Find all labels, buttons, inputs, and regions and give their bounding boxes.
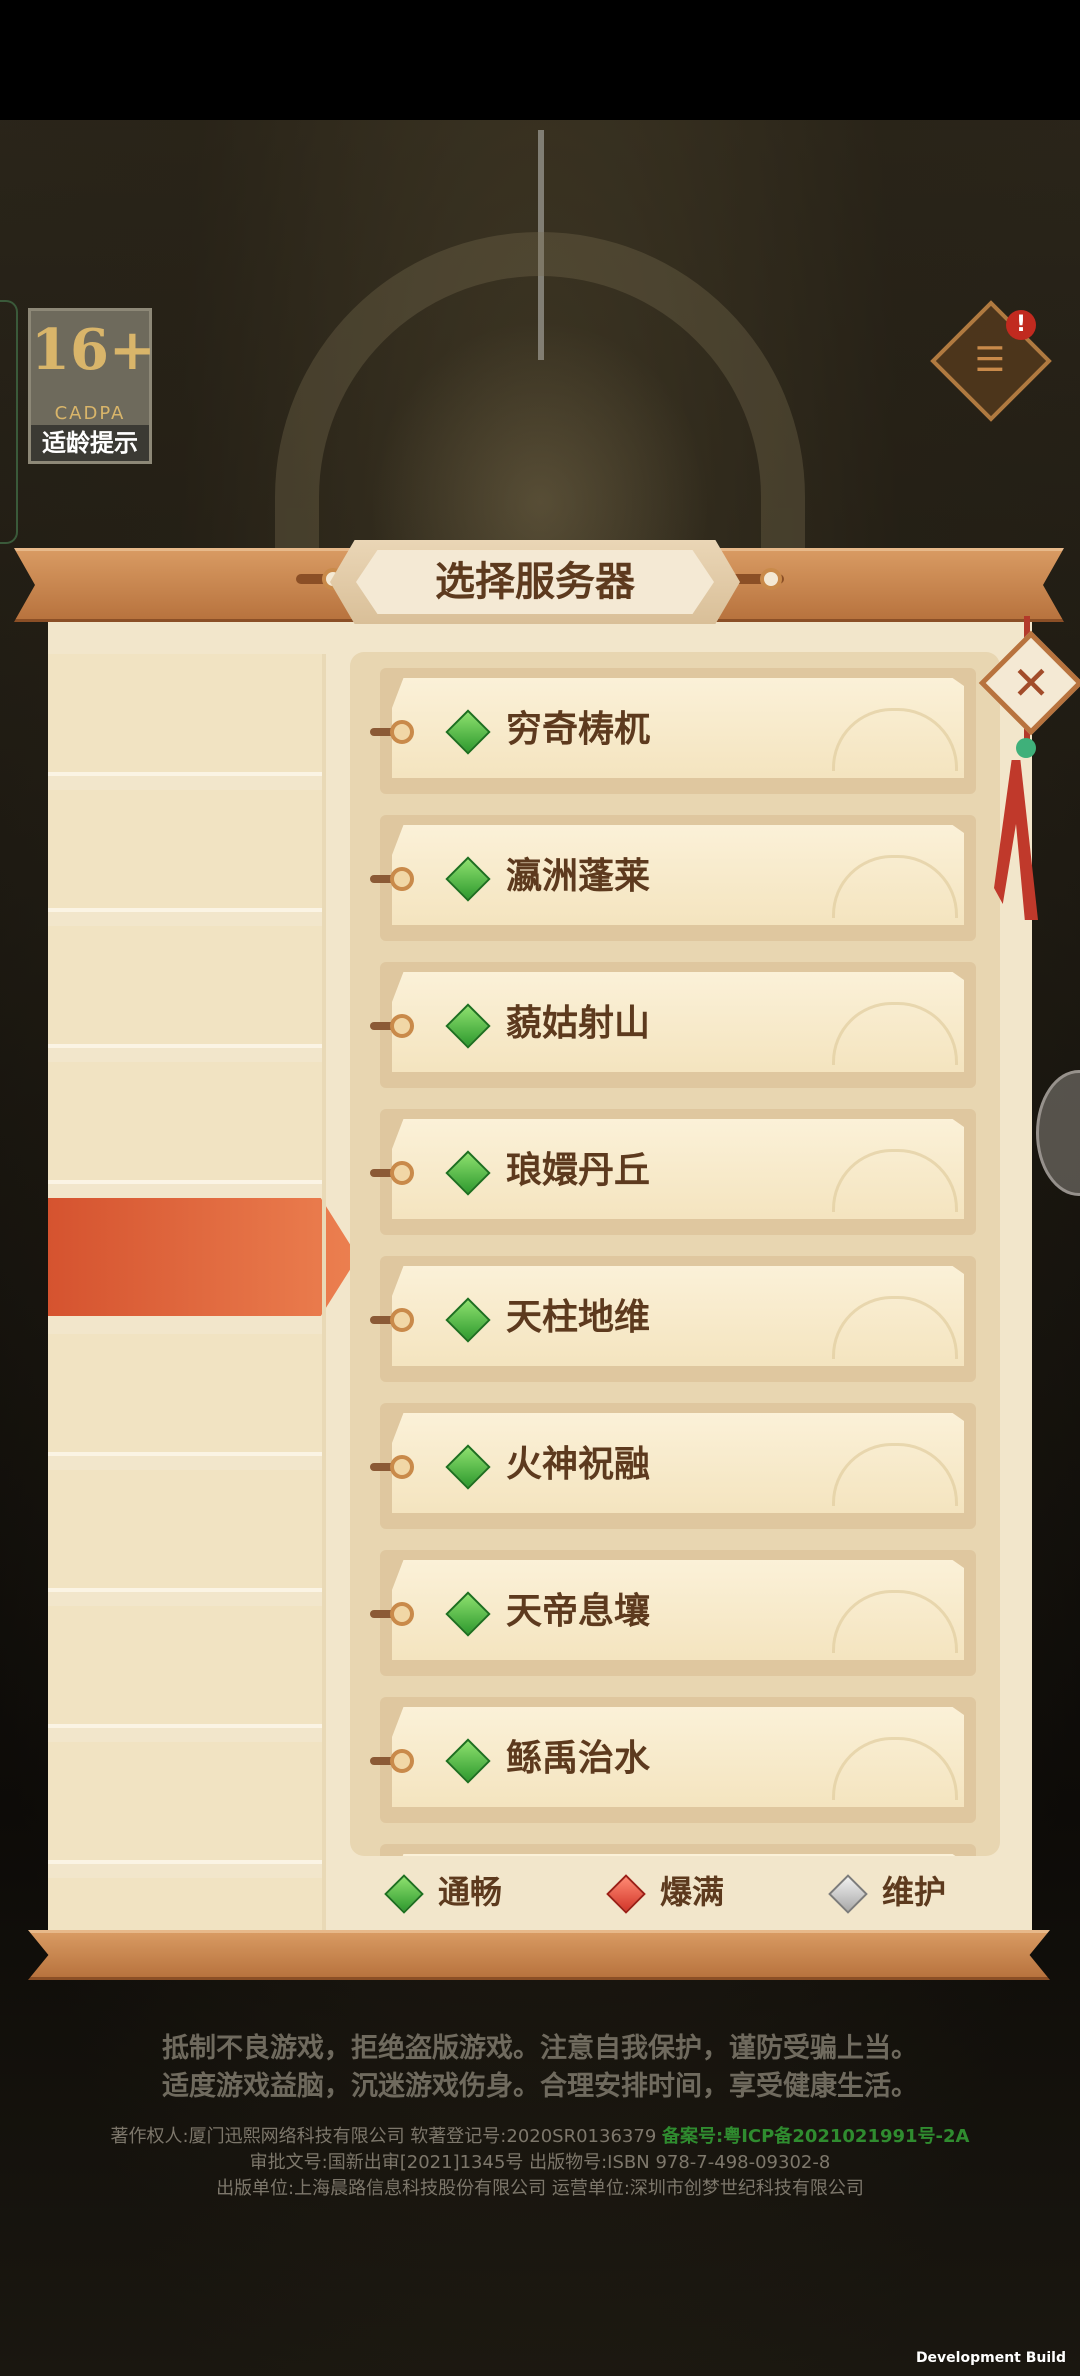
age-rating-badge[interactable]: 16+ CADPA 适龄提示 (28, 308, 156, 464)
server-name: 天帝息壤 (506, 1591, 651, 1632)
status-legend: 通畅 爆满 维护 (350, 1864, 1000, 1920)
legend-label: 通畅 (438, 1873, 503, 1911)
pin-icon (390, 720, 414, 744)
server-card[interactable]: 天帝息壤 (370, 1550, 976, 1676)
server-name: 藐姑射山 (506, 1003, 651, 1044)
panel-divider (322, 654, 326, 1930)
sidebar-tab[interactable] (48, 790, 322, 912)
notice-board-icon: ☰ (974, 340, 1006, 380)
server-name: 火神祝融 (506, 1444, 651, 1485)
pin-icon (390, 1308, 414, 1332)
copyright-line: 著作权人:厦门迅熙网络科技有限公司 软著登记号:2020SR0136379 备案… (0, 2122, 1080, 2148)
pin-icon (390, 1749, 414, 1773)
server-name: 琅嬛丹丘 (506, 1150, 651, 1191)
legend-label: 维护 (882, 1873, 947, 1911)
server-card[interactable]: 穷奇梼杌 (370, 668, 976, 794)
server-card[interactable]: 鲧禹治水 (370, 1697, 976, 1823)
legend-label: 爆满 (660, 1873, 725, 1911)
server-group-sidebar (48, 654, 358, 1934)
server-name: 瀛洲蓬莱 (506, 856, 651, 897)
notice-alert-badge: ! (1006, 310, 1036, 340)
publisher-line: 出版单位:上海晨路信息科技股份有限公司 运营单位:深圳市创梦世纪科技有限公司 (216, 2178, 864, 2199)
pin-icon (390, 1455, 414, 1479)
server-name: 鲧禹治水 (506, 1738, 651, 1779)
pin-icon (390, 1161, 414, 1185)
health-notice-line1: 抵制不良游戏，拒绝盗版游戏。注意自我保护，谨防受骗上当。 (162, 2033, 918, 2064)
server-card[interactable]: 瀛洲蓬莱 (370, 815, 976, 941)
ribbon-bead (1016, 738, 1036, 758)
sidebar-tab[interactable] (48, 1334, 322, 1456)
age-rating-org: CADPA (54, 403, 126, 424)
sidebar-tab[interactable] (48, 1742, 322, 1864)
dev-build-label: Development Build (915, 2350, 1066, 2366)
icp-text: 备案号:粤ICP备2021021991号-2A (662, 2126, 970, 2147)
status-green-icon (384, 1874, 424, 1914)
close-icon[interactable]: ✕ (994, 646, 1068, 720)
status-gray-icon (828, 1874, 868, 1914)
copyright-text: 著作权人:厦门迅熙网络科技有限公司 软著登记号:2020SR0136379 (110, 2126, 657, 2147)
sidebar-tab[interactable] (48, 1470, 322, 1592)
status-red-icon (606, 1874, 646, 1914)
sidebar-tab[interactable] (48, 1878, 322, 1934)
pin-icon (390, 1014, 414, 1038)
title-ring-right (760, 568, 782, 590)
server-card[interactable]: 琅嬛丹丘 (370, 1109, 976, 1235)
server-card[interactable]: 藐姑射山 (370, 962, 976, 1088)
approval-line: 审批文号:国新出审[2021]1345号 出版物号:ISBN 978-7-498… (249, 2152, 831, 2173)
sidebar-tab[interactable] (48, 926, 322, 1048)
age-rating-number: 16+ (31, 317, 156, 383)
sidebar-tab[interactable] (48, 1062, 322, 1184)
server-card-face (392, 1854, 964, 1856)
server-name: 穷奇梼杌 (506, 709, 651, 750)
server-card[interactable]: 天柱地维 (370, 1256, 976, 1382)
sidebar-tab[interactable] (48, 1606, 322, 1728)
panel-title: 选择服务器 (435, 559, 635, 605)
pin-icon (390, 867, 414, 891)
server-name: 天柱地维 (506, 1297, 651, 1338)
left-edge-handle (0, 300, 18, 544)
sidebar-tab[interactable] (48, 654, 322, 776)
age-rating-label: 适龄提示 (31, 425, 149, 461)
server-list[interactable]: 穷奇梼杌 瀛洲蓬莱 藐姑射山 琅嬛丹丘 天柱地维 火神祝融 天帝息壤 鲧禹治水 (350, 652, 1000, 1856)
pin-icon (390, 1602, 414, 1626)
server-card[interactable]: 火神祝融 (370, 1403, 976, 1529)
panel-footer-bar (28, 1930, 1050, 1980)
server-card-partial[interactable] (380, 1844, 976, 1856)
status-bar-area (0, 0, 1080, 120)
health-notice-line2: 适度游戏益脑，沉迷游戏伤身。合理安排时间，享受健康生活。 (162, 2071, 918, 2102)
sidebar-tab-active[interactable] (48, 1198, 358, 1316)
